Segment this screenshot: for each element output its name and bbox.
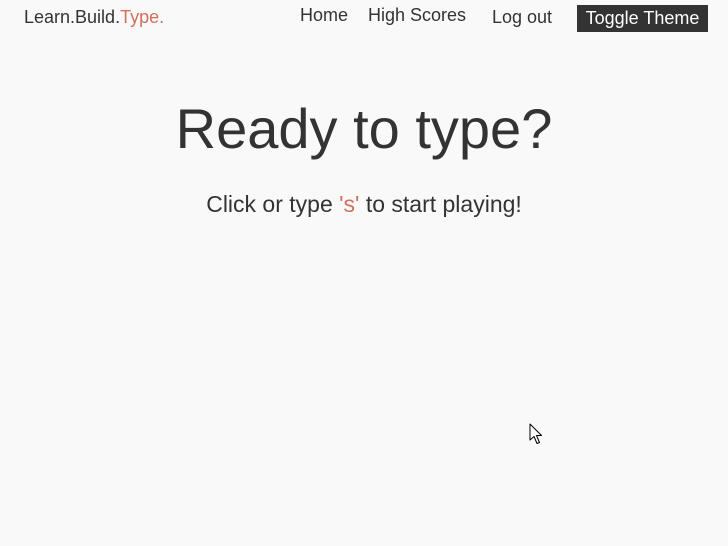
site-logo[interactable]: Learn.Build.Type. bbox=[24, 7, 164, 28]
instruction-text-before: Click or type bbox=[206, 191, 340, 217]
nav-home-link[interactable]: Home bbox=[300, 5, 348, 26]
mouse-pointer-icon bbox=[529, 423, 542, 444]
nav-logout-link[interactable]: Log out bbox=[492, 7, 552, 28]
start-instruction: Click or type 's' to start playing! bbox=[0, 190, 728, 218]
page-title: Ready to type? bbox=[175, 97, 553, 160]
toggle-theme-button[interactable]: Toggle Theme bbox=[577, 5, 708, 32]
start-key-label: 's' bbox=[339, 191, 360, 217]
logo-text-main: Learn.Build. bbox=[24, 7, 121, 27]
instruction-text-after: to start playing! bbox=[359, 191, 522, 217]
page: Learn.Build.Type. Home High Scores Log o… bbox=[0, 0, 728, 546]
nav-high-scores-link[interactable]: High Scores bbox=[368, 5, 466, 26]
logo-text-accent: Type. bbox=[120, 7, 165, 27]
